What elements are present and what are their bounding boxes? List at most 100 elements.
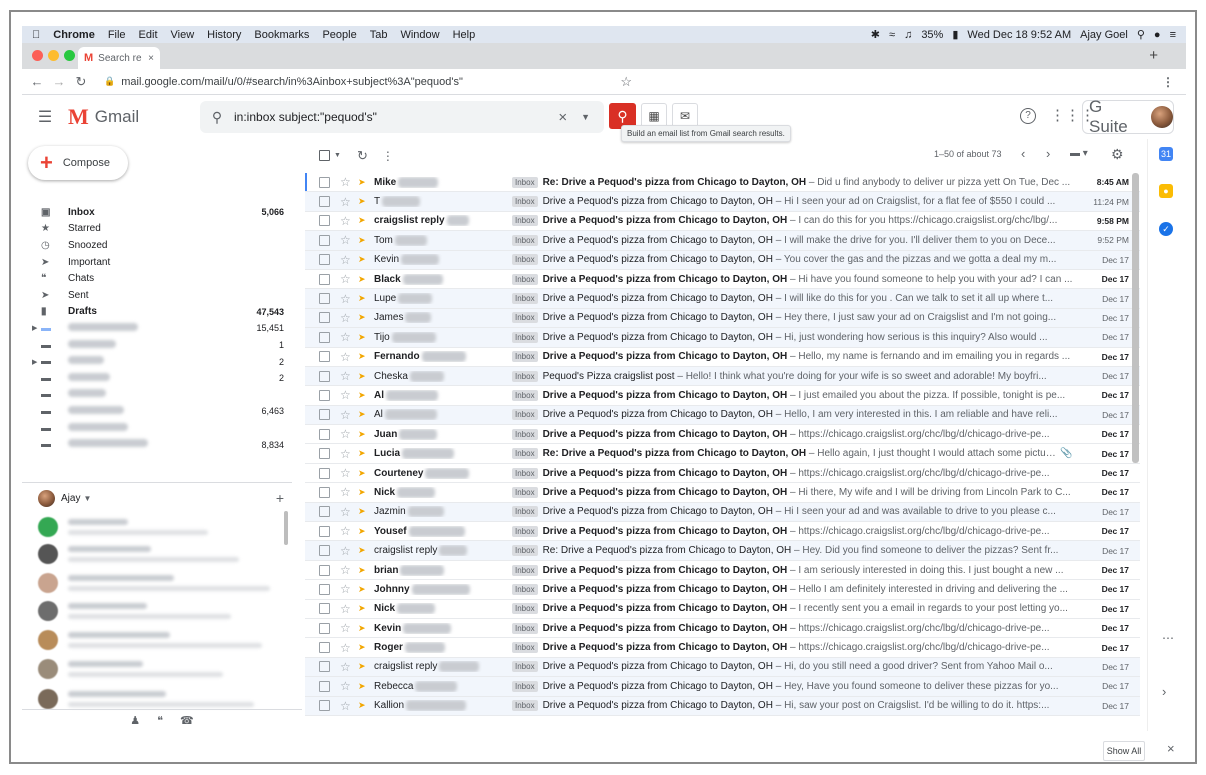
important-marker-icon[interactable]: ➤ <box>358 623 368 634</box>
gsuite-account[interactable]: G Suite <box>1082 97 1174 136</box>
star-icon[interactable]: ☆ <box>340 582 352 596</box>
inbox-label-chip[interactable]: Inbox <box>512 176 538 188</box>
email-row[interactable]: ☆ ➤ Lupe Inbox Drive a Pequod's pizza from C… <box>305 289 1140 309</box>
sidebar-item[interactable]: ◷ Snoozed <box>22 237 302 254</box>
url-field[interactable]: 🔒 mail.google.com/mail/u/0/#search/in%3A… <box>98 72 638 92</box>
important-marker-icon[interactable]: ➤ <box>358 351 368 362</box>
important-marker-icon[interactable]: ➤ <box>358 603 368 614</box>
contact-item[interactable] <box>38 657 298 681</box>
phone-icon[interactable]: ☎ <box>180 714 194 727</box>
sidebar-item[interactable]: ▣ Inbox 5,066 <box>22 204 302 221</box>
row-checkbox[interactable] <box>319 215 330 227</box>
star-icon[interactable]: ☆ <box>340 195 352 209</box>
inbox-label-chip[interactable]: Inbox <box>512 370 538 382</box>
account-avatar[interactable] <box>1151 106 1173 128</box>
inbox-label-chip[interactable]: Inbox <box>512 254 538 266</box>
row-checkbox[interactable] <box>319 409 330 421</box>
star-icon[interactable]: ☆ <box>340 233 352 247</box>
row-checkbox[interactable] <box>319 428 330 440</box>
inbox-label-chip[interactable]: Inbox <box>512 331 538 343</box>
important-marker-icon[interactable]: ➤ <box>358 448 368 459</box>
sidebar-item[interactable]: ▮ Drafts 47,543 <box>22 304 302 321</box>
previous-page-icon[interactable]: ‹ <box>1021 146 1025 161</box>
star-icon[interactable]: ☆ <box>340 641 352 655</box>
star-icon[interactable]: ☆ <box>340 505 352 519</box>
search-icon[interactable]: ⚲ <box>200 109 234 126</box>
important-marker-icon[interactable]: ➤ <box>358 235 368 246</box>
row-checkbox[interactable] <box>319 661 330 673</box>
email-row[interactable]: ☆ ➤ Lucia Inbox Re: Drive a Pequod's pizza f… <box>305 444 1140 464</box>
calendar-icon[interactable]: 31 <box>1159 147 1173 161</box>
menu-bookmarks[interactable]: Bookmarks <box>254 29 309 41</box>
row-checkbox[interactable] <box>319 273 330 285</box>
row-checkbox[interactable] <box>319 622 330 634</box>
important-marker-icon[interactable]: ➤ <box>358 565 368 576</box>
star-icon[interactable]: ☆ <box>340 466 352 480</box>
inbox-label-chip[interactable]: Inbox <box>512 680 538 692</box>
expand-panel-icon[interactable]: › <box>1162 684 1166 699</box>
expand-caret-icon[interactable]: ▶ <box>32 358 37 366</box>
email-row[interactable]: ☆ ➤ Kevin Inbox Drive a Pequod's pizza from … <box>305 250 1140 270</box>
star-icon[interactable]: ☆ <box>340 272 352 286</box>
email-row[interactable]: ☆ ➤ Courteney Inbox Drive a Pequod's pizza f… <box>305 463 1140 484</box>
bluetooth-icon[interactable]: ✱ <box>871 28 880 41</box>
new-tab-icon[interactable]: + <box>1149 47 1158 64</box>
attachment-icon[interactable]: 📎 <box>1060 448 1074 459</box>
row-checkbox[interactable] <box>319 370 330 382</box>
star-icon[interactable]: ☆ <box>340 621 352 635</box>
minimize-window-icon[interactable] <box>48 50 59 61</box>
inbox-label-chip[interactable]: Inbox <box>512 545 538 557</box>
chrome-menu-icon[interactable]: ⋮ <box>1162 75 1174 89</box>
email-row[interactable]: ☆ ➤ Juan Inbox Drive a Pequod's pizza from C… <box>305 425 1140 445</box>
sidebar-item[interactable]: ▬ 8,834 <box>22 436 302 453</box>
star-icon[interactable]: ☆ <box>340 524 352 538</box>
sidebar-item[interactable]: ➤ Sent <box>22 287 302 304</box>
important-marker-icon[interactable]: ➤ <box>358 700 368 711</box>
important-marker-icon[interactable]: ➤ <box>358 642 368 653</box>
row-checkbox[interactable] <box>319 642 330 654</box>
spotlight-icon[interactable]: ⚲ <box>1137 28 1145 41</box>
important-marker-icon[interactable]: ➤ <box>358 177 368 188</box>
person-icon[interactable]: ♟ <box>130 714 140 727</box>
email-row[interactable]: ☆ ➤ Al Inbox Drive a Pequod's pizza from Chi… <box>305 405 1140 426</box>
menu-file[interactable]: File <box>108 29 126 41</box>
sidebar-item[interactable]: ▬ <box>22 387 302 404</box>
star-icon[interactable]: ☆ <box>340 369 352 383</box>
contact-item[interactable] <box>38 542 298 566</box>
star-icon[interactable]: ☆ <box>340 408 352 422</box>
search-input[interactable]: in:inbox subject:"pequod's" <box>234 110 377 124</box>
row-checkbox[interactable] <box>319 389 330 401</box>
menu-view[interactable]: View <box>171 29 195 41</box>
important-marker-icon[interactable]: ➤ <box>358 429 368 440</box>
important-marker-icon[interactable]: ➤ <box>358 584 368 595</box>
star-icon[interactable]: ☆ <box>340 699 352 713</box>
tasks-icon[interactable]: ✓ <box>1159 222 1173 236</box>
email-row[interactable]: ☆ ➤ Kallion Inbox Drive a Pequod's pizza fro… <box>305 696 1140 716</box>
row-checkbox[interactable] <box>319 312 330 324</box>
inbox-label-chip[interactable]: Inbox <box>512 583 538 595</box>
row-checkbox[interactable] <box>319 486 330 498</box>
email-row[interactable]: ☆ ➤ craigslist reply Inbox Drive a Pequod's … <box>305 211 1140 232</box>
inbox-label-chip[interactable]: Inbox <box>512 525 538 537</box>
important-marker-icon[interactable]: ➤ <box>358 390 368 401</box>
email-row[interactable]: ☆ ➤ Roger Inbox Drive a Pequod's pizza from … <box>305 638 1140 658</box>
inbox-label-chip[interactable]: Inbox <box>512 389 538 401</box>
chevron-down-icon[interactable]: ▼ <box>83 494 91 503</box>
compose-button[interactable]: + Compose <box>28 146 128 180</box>
important-marker-icon[interactable]: ➤ <box>358 196 368 207</box>
row-checkbox[interactable] <box>319 545 330 557</box>
email-row[interactable]: ☆ ➤ Black Inbox Drive a Pequod's pizza from … <box>305 269 1140 290</box>
inbox-label-chip[interactable]: Inbox <box>512 196 538 208</box>
star-icon[interactable]: ☆ <box>340 602 352 616</box>
star-icon[interactable]: ☆ <box>340 427 352 441</box>
important-marker-icon[interactable]: ➤ <box>358 215 368 226</box>
star-icon[interactable]: ☆ <box>340 447 352 461</box>
row-checkbox[interactable] <box>319 525 330 537</box>
inbox-label-chip[interactable]: Inbox <box>512 273 538 285</box>
close-download-bar-icon[interactable]: × <box>1167 741 1175 756</box>
refresh-icon[interactable]: ↻ <box>357 148 368 164</box>
important-marker-icon[interactable]: ➤ <box>358 468 368 479</box>
show-all-button[interactable]: Show All <box>1103 741 1145 761</box>
star-icon[interactable]: ☆ <box>340 292 352 306</box>
email-row[interactable]: ☆ ➤ Mike Inbox Re: Drive a Pequod's pizza fr… <box>305 173 1140 193</box>
